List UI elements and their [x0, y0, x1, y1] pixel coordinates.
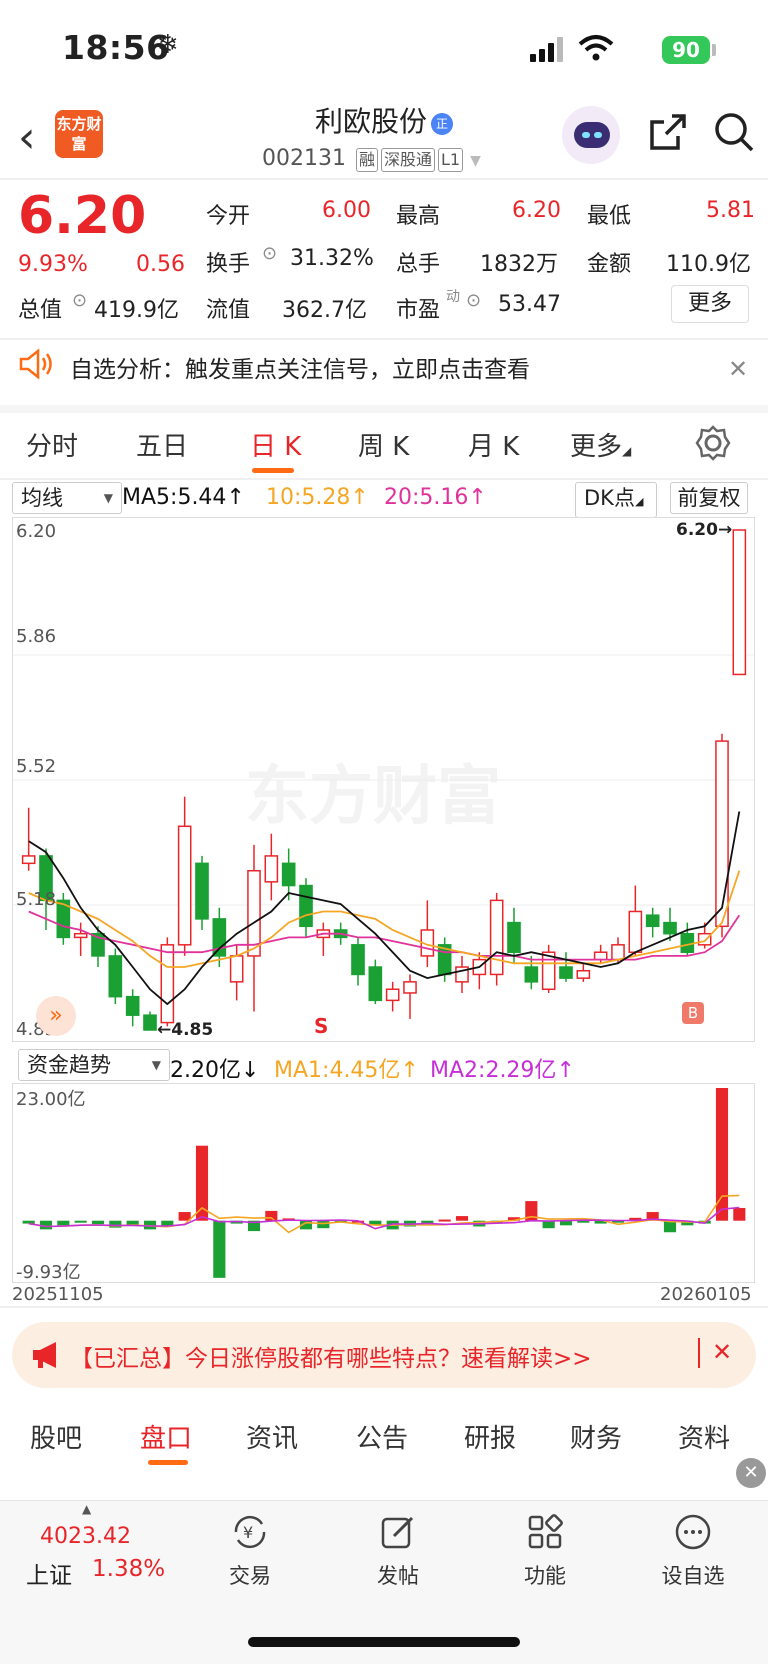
candle-body: [229, 955, 244, 983]
candle-body: [524, 966, 539, 983]
tab-announcements[interactable]: 公告: [356, 1418, 408, 1455]
tab-orderbook[interactable]: 盘口: [140, 1418, 192, 1455]
date-end: 20260105: [660, 1284, 752, 1305]
capital-ma1-label: MA1:4.45亿: [274, 1058, 401, 1083]
candle-body: [195, 862, 209, 920]
candle-body: [663, 921, 677, 935]
yuan-exchange-icon: ¥: [234, 1515, 266, 1549]
min-price-marker-label: 4.85: [171, 1020, 214, 1040]
banner-divider: [698, 1338, 700, 1368]
capital-ma2-label: MA2:2.29亿: [430, 1058, 557, 1083]
candle-body: [125, 995, 140, 1016]
capital-y-bottom: -9.93亿: [16, 1262, 81, 1283]
home-indicator: [248, 1637, 520, 1647]
edit-icon: [381, 1516, 414, 1549]
capital-ma1: MA1:4.45亿↑: [274, 1058, 419, 1083]
nav-watchlist[interactable]: 设自选: [648, 1512, 738, 1590]
divider: [0, 1306, 768, 1308]
more-dots-icon: [675, 1514, 711, 1550]
buy-signal-marker[interactable]: B: [682, 1002, 704, 1024]
candle-body: [368, 966, 383, 1002]
close-icon[interactable]: ✕: [712, 1338, 732, 1366]
candle-body: [593, 951, 608, 961]
active-bottom-tab-indicator: [148, 1460, 188, 1465]
nav-post[interactable]: 发帖: [353, 1512, 443, 1590]
caret-up-icon: ▲: [82, 1502, 92, 1516]
banner-text[interactable]: 【已汇总】今日涨停股都有哪些特点？速看解读>>: [70, 1339, 592, 1373]
capital-chart-frame: [12, 1083, 755, 1283]
max-price-marker: 6.20→: [676, 520, 733, 540]
candle-body: [299, 884, 313, 928]
nav-trade[interactable]: ¥ 交易: [205, 1512, 295, 1590]
expand-arrow-icon[interactable]: »: [36, 996, 76, 1036]
candle-body: [281, 862, 296, 887]
candle-body: [507, 921, 521, 953]
candle-body: [715, 740, 729, 928]
candle-body: [645, 914, 660, 928]
tab-finance[interactable]: 财务: [570, 1418, 622, 1455]
tab-news[interactable]: 资讯: [246, 1418, 298, 1455]
min-price-marker: ←4.85: [157, 1020, 214, 1040]
candle-body: [108, 955, 123, 998]
candle-body: [351, 944, 365, 976]
candle-body: [489, 899, 504, 976]
date-start: 20251105: [12, 1284, 104, 1305]
candle-body: [403, 981, 417, 994]
svg-text:¥: ¥: [243, 1523, 253, 1542]
candle-body: [611, 944, 625, 961]
tab-profile[interactable]: 资料: [678, 1418, 730, 1455]
nav-trade-label: 交易: [229, 1564, 271, 1588]
y-label-top: 6.20: [16, 521, 57, 542]
candle-body: [143, 1014, 157, 1031]
capital-select[interactable]: 资金趋势 ▼: [18, 1049, 170, 1081]
candle-body: [628, 910, 643, 953]
candle-body: [73, 932, 88, 939]
candle-body: [212, 918, 227, 957]
candle-body: [732, 529, 747, 676]
max-price-marker-label: 6.20: [676, 520, 718, 540]
y-label-3: 5.52: [16, 756, 57, 777]
nav-post-label: 发帖: [377, 1564, 419, 1588]
capital-value-label: 2.20亿: [170, 1058, 241, 1083]
candle-body: [177, 825, 192, 946]
candle-body: [21, 855, 36, 865]
grid-icon: [528, 1514, 563, 1549]
candle-body: [680, 932, 695, 953]
capital-select-label: 资金趋势: [27, 1053, 111, 1077]
capital-ma2: MA2:2.29亿↑: [430, 1058, 575, 1083]
capital-y-top: 23.00亿: [16, 1089, 86, 1110]
nav-functions[interactable]: 功能: [500, 1512, 590, 1590]
y-label-2: 5.86: [16, 626, 57, 647]
capital-value: 2.20亿↓: [170, 1058, 260, 1083]
candle-body: [559, 966, 573, 979]
candle-body: [576, 969, 591, 979]
index-change[interactable]: 1.38%: [92, 1556, 165, 1582]
candle-body: [541, 951, 556, 991]
candle-body: [264, 855, 279, 883]
nav-functions-label: 功能: [524, 1564, 566, 1588]
candle-body: [385, 988, 400, 1002]
close-icon[interactable]: ✕: [736, 1458, 766, 1488]
nav-watchlist-label: 设自选: [661, 1564, 725, 1588]
y-label-4: 5.18: [16, 889, 57, 910]
ma5-line: [28, 811, 741, 1006]
candle-body: [160, 944, 175, 1024]
tab-research[interactable]: 研报: [464, 1418, 516, 1455]
index-name[interactable]: 上证: [26, 1556, 72, 1590]
megaphone-icon: [33, 1342, 56, 1368]
tab-forum[interactable]: 股吧: [30, 1418, 82, 1455]
sell-signal-marker[interactable]: S: [314, 1014, 328, 1038]
index-value[interactable]: 4023.42: [40, 1524, 131, 1549]
